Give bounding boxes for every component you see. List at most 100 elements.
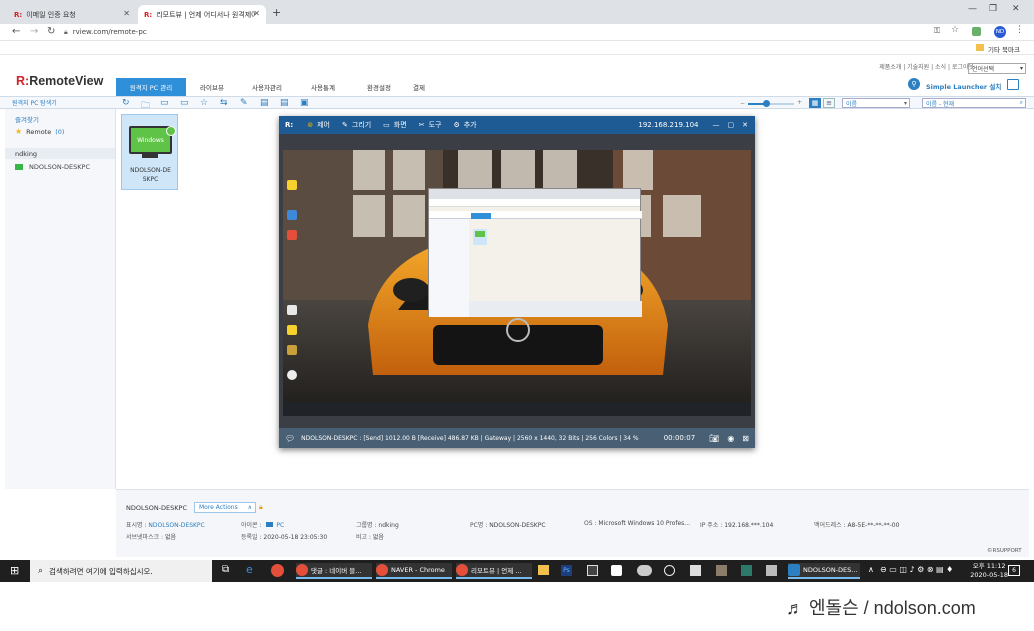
list-view-icon[interactable]: ≡ <box>823 98 835 108</box>
minimize-icon[interactable]: — <box>968 4 977 14</box>
pc-card[interactable]: Windows NDOLSON-DESKPC <box>121 114 178 190</box>
profile-avatar[interactable]: ND <box>994 26 1006 38</box>
desktop-icon[interactable] <box>287 210 297 220</box>
star-icon[interactable]: ☆ <box>951 25 959 35</box>
close-icon[interactable]: ✕ <box>742 121 748 129</box>
url-text[interactable]: rview.com/remote-pc <box>73 28 147 36</box>
desktop-icon[interactable] <box>287 180 297 190</box>
computer-add-icon[interactable]: ▭ <box>160 98 169 108</box>
new-tab-button[interactable]: + <box>272 6 281 19</box>
restore-icon[interactable]: ❐ <box>989 4 997 14</box>
nav-remote-pc[interactable]: 원격지 PC 관리 <box>116 78 186 96</box>
app-icon[interactable] <box>664 565 675 576</box>
value-group: ndking <box>378 522 399 529</box>
app-icon[interactable] <box>741 565 752 576</box>
value-icon[interactable]: PC <box>276 522 284 529</box>
taskbar-app[interactable]: 리모트뷰 | 언제 ... <box>456 563 532 579</box>
record-icon[interactable]: ◉ <box>727 434 734 443</box>
task-view-icon[interactable]: ⧉ <box>222 564 229 575</box>
zoom-slider-handle[interactable] <box>763 100 770 107</box>
forward-arrow-icon[interactable]: → <box>30 26 38 37</box>
search-input[interactable]: 이름 - 현재 ⌕ <box>922 98 1026 108</box>
desktop-icon[interactable] <box>287 305 297 315</box>
minimize-icon[interactable]: — <box>713 121 720 129</box>
restore-icon[interactable]: ▢ <box>728 121 735 129</box>
menu-dots-icon[interactable]: ⋮ <box>1015 25 1024 35</box>
menu-control[interactable]: 제어 <box>317 120 330 130</box>
desktop-icon[interactable] <box>287 325 297 335</box>
document-icon[interactable]: ▤ <box>260 98 269 108</box>
edge-browser-icon[interactable]: e <box>246 563 253 576</box>
refresh-icon[interactable]: ↻ <box>122 98 130 108</box>
app-icon[interactable] <box>690 565 701 576</box>
taskbar-app[interactable]: 댓글 : 네이버 블... <box>296 563 372 579</box>
report-icon[interactable]: ▣ <box>300 98 309 108</box>
remoteview-logo[interactable]: R:RemoteView <box>16 74 103 88</box>
menu-more[interactable]: 추가 <box>464 120 477 130</box>
lock-icon: 🔒︎ <box>259 503 263 511</box>
value-display-name[interactable]: NDOLSON-DESKPC <box>148 522 204 529</box>
transfer-icon[interactable]: ⇆ <box>220 98 228 108</box>
sort-select[interactable]: 이름 ▾ <box>842 98 910 108</box>
windows-start-icon[interactable]: ⊞ <box>10 564 19 577</box>
extension-icon[interactable] <box>972 27 981 36</box>
app-icon[interactable] <box>637 565 652 576</box>
menu-tools[interactable]: 도구 <box>429 120 442 130</box>
close-tab-icon[interactable]: ✕ <box>253 9 260 18</box>
notification-icon[interactable]: 6 <box>1008 565 1020 576</box>
file-explorer-icon[interactable] <box>538 565 549 575</box>
taskbar-app[interactable]: NAVER - Chrome <box>376 563 452 579</box>
zoom-out-icon[interactable]: − <box>740 100 745 107</box>
favorite-icon[interactable]: ☆ <box>200 98 208 108</box>
edit-icon[interactable]: ✎ <box>240 98 248 108</box>
desktop-icon[interactable] <box>287 345 297 355</box>
simple-launcher-link[interactable]: Simple Launcher 설치 <box>926 81 1001 91</box>
remote-status-bar: 💬︎ NDOLSON-DESKPC : [Send] 1012.00 B [Re… <box>279 428 755 448</box>
omnibox[interactable]: 🔒︎ rview.com/remote-pc <box>64 25 964 39</box>
app-icon[interactable] <box>766 565 777 576</box>
app-icon[interactable] <box>611 565 622 576</box>
remote-screen[interactable] <box>283 150 751 416</box>
language-select[interactable]: 언어선택 ▾ <box>968 63 1026 74</box>
taskbar-search-input[interactable]: ⌕ 검색하려면 여기에 입력하십시오. <box>30 560 212 582</box>
close-tab-icon[interactable]: ✕ <box>123 9 130 18</box>
zoom-in-icon[interactable]: + <box>797 99 802 106</box>
key-icon[interactable]: ⚿ <box>934 26 940 36</box>
folder-icon <box>976 44 984 51</box>
window-close-icon[interactable]: ✕ <box>1012 4 1020 14</box>
top-links[interactable]: 제품소개 | 기술지원 | 소식 | 로그아웃 <box>879 62 974 71</box>
nav-liveview[interactable]: 라이브뷰 <box>186 78 238 96</box>
group-header[interactable]: ndking <box>5 148 115 159</box>
document-add-icon[interactable]: ▤ <box>280 98 289 108</box>
browser-tab[interactable]: R: 이메일 인증 요청 ✕ <box>8 5 136 24</box>
nav-users[interactable]: 사용자관리 <box>240 78 294 96</box>
reload-icon[interactable]: ↻ <box>47 26 55 37</box>
browser-tab-active[interactable]: R: 리모트뷰 | 언제 어디서나 원격제어 ✕ <box>138 5 266 24</box>
grid-view-icon[interactable]: ▦ <box>809 98 821 108</box>
exit-icon[interactable]: ⊠ <box>742 434 749 443</box>
tray-chevron-icon[interactable]: ∧ <box>868 565 874 574</box>
store-icon[interactable] <box>587 565 598 576</box>
bookmark-folder[interactable]: 기타 북마크 <box>988 44 1020 54</box>
more-actions-button[interactable]: More Actions ∧ <box>194 502 256 513</box>
app-icon[interactable] <box>716 565 727 576</box>
computer-move-icon[interactable]: ▭ <box>180 98 189 108</box>
taskbar-app[interactable]: NDOLSON-DES... <box>788 563 860 579</box>
camera-icon[interactable]: 📷︎ <box>709 434 719 443</box>
explorer-label[interactable]: 원격지 PC 탐색기 <box>12 98 57 107</box>
chrome-icon[interactable] <box>271 564 284 577</box>
menu-draw[interactable]: 그리기 <box>352 120 371 130</box>
menu-screen[interactable]: 화면 <box>394 120 407 130</box>
value-note: 없음 <box>372 534 384 541</box>
favorites-item-remote[interactable]: ★ Remote (0) <box>15 127 64 136</box>
back-arrow-icon[interactable]: ← <box>12 26 20 37</box>
nav-payment[interactable]: 결제 <box>398 78 440 96</box>
tray-clock[interactable]: 오후 11:12 2020-05-18 <box>970 562 1008 580</box>
desktop-icon[interactable] <box>287 230 297 240</box>
monitor-icon[interactable] <box>1007 79 1019 90</box>
desktop-icon[interactable] <box>287 370 297 380</box>
sidebar-item-pc[interactable]: NDOLSON-DESKPC <box>15 163 90 171</box>
tray-icons[interactable]: ⊖ ▭ ◫ ♪ ⚙ ⊗ ▤ ♦ <box>880 565 953 574</box>
nav-stats[interactable]: 사용통계 <box>296 78 350 96</box>
photoshop-icon[interactable]: Ps <box>561 565 572 576</box>
